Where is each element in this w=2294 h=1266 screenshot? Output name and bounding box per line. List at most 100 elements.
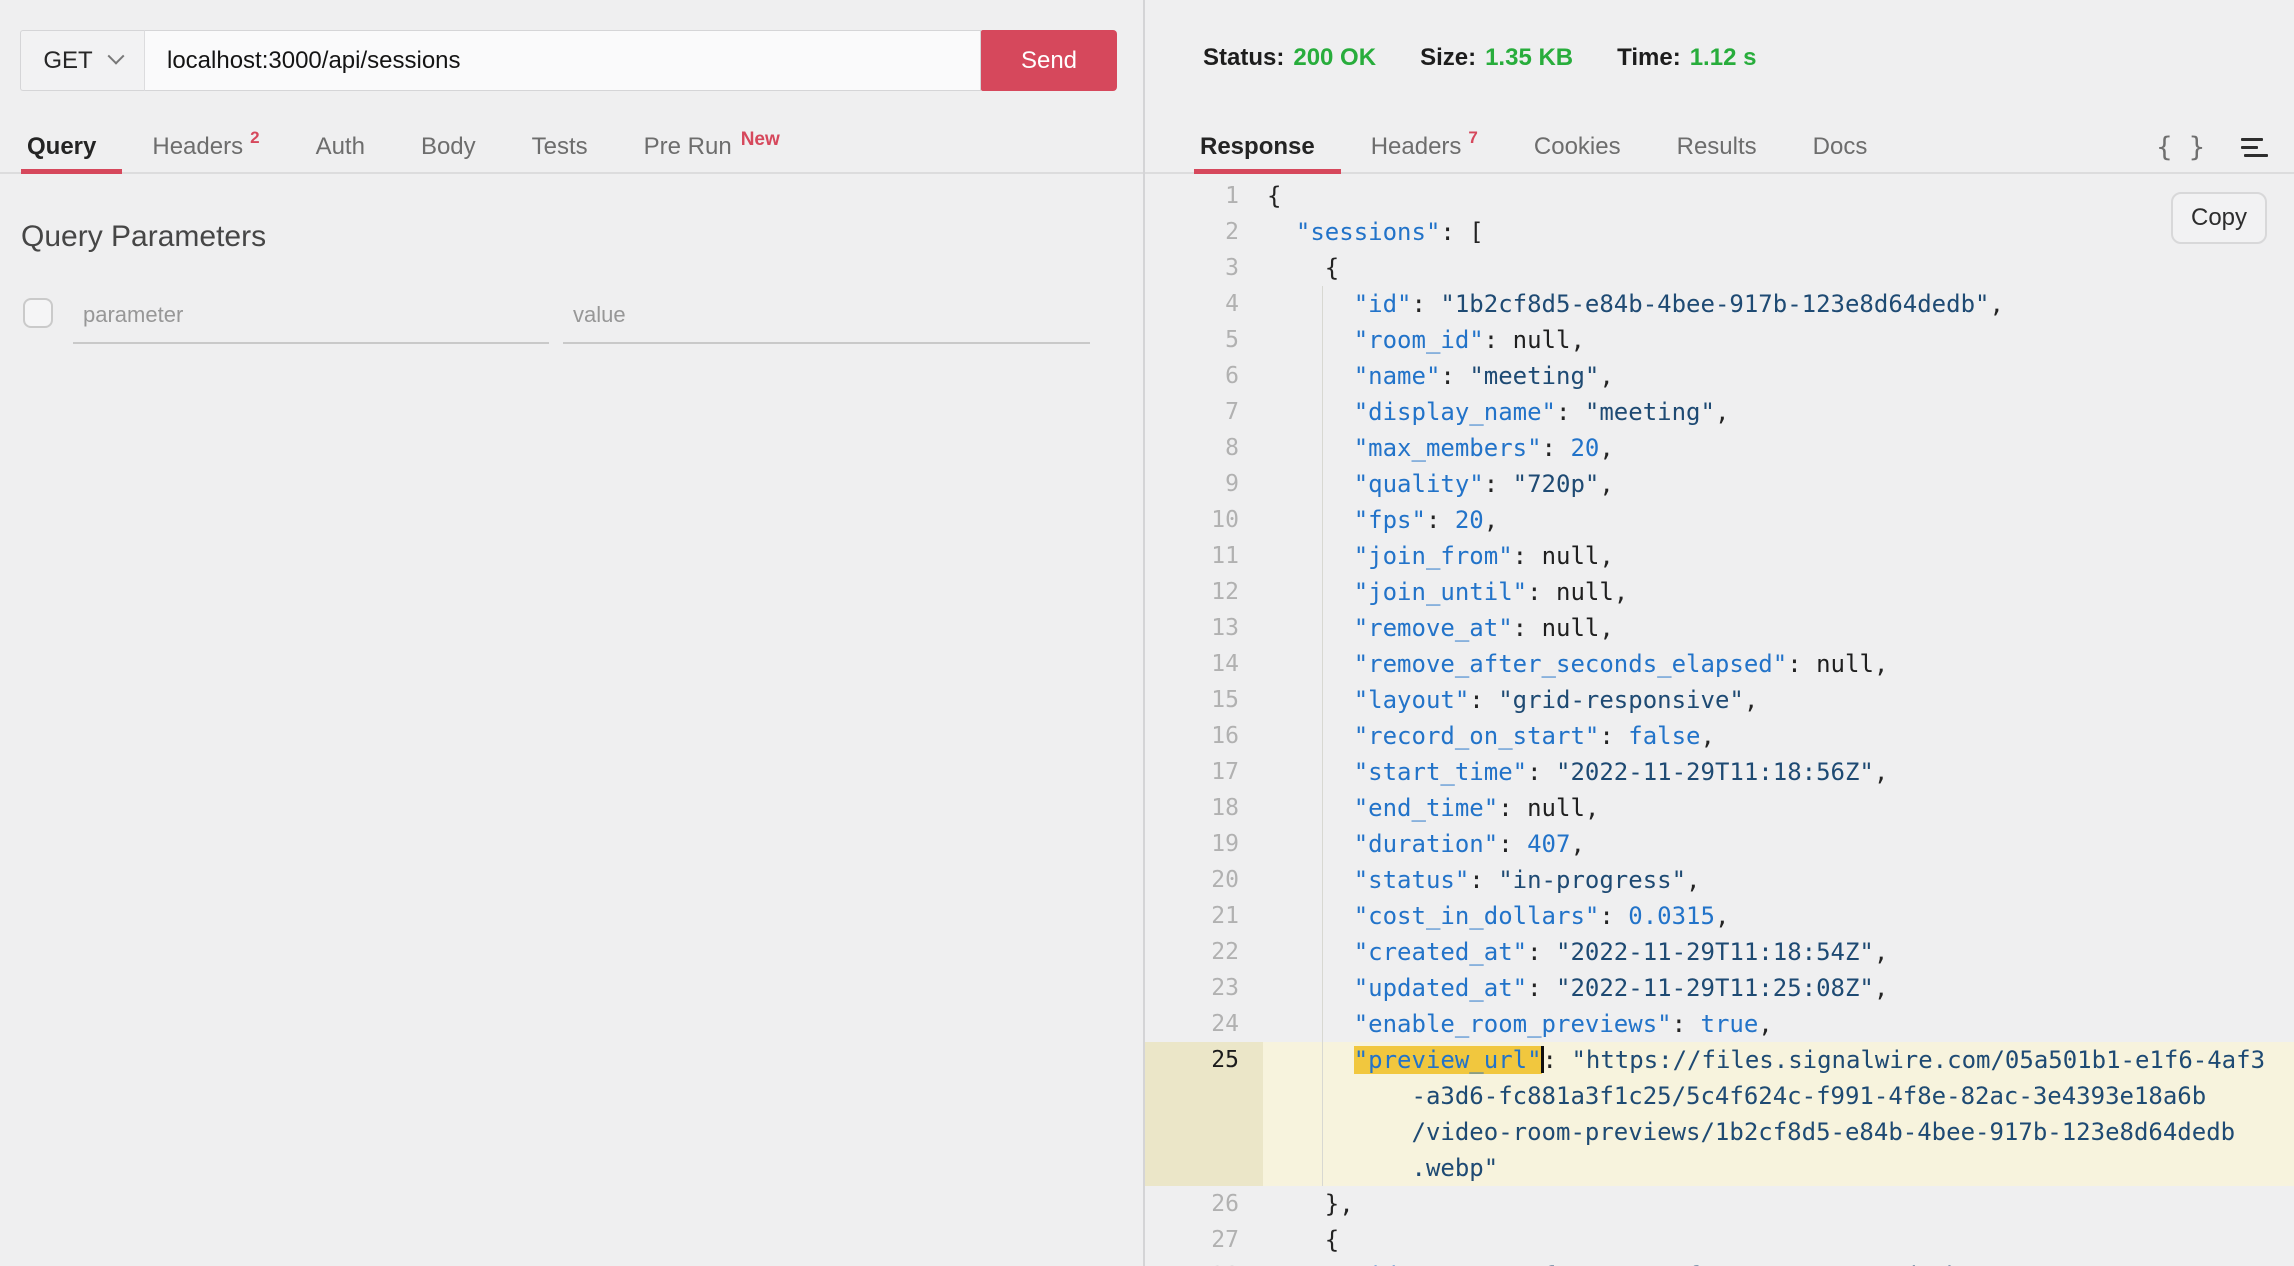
code-line-content: "enable_room_previews": true,: [1263, 1006, 2294, 1042]
status-label: Status:: [1203, 44, 1284, 71]
request-panel: GET Send Query Headers 2 Auth Body Tests Pre R…: [0, 0, 1143, 1266]
tab-tests[interactable]: Tests: [532, 121, 588, 172]
tab-label: Results: [1677, 133, 1757, 161]
line-number: 8: [1145, 430, 1263, 466]
line-number: 19: [1145, 826, 1263, 862]
code-line: 1{: [1145, 178, 2294, 214]
line-number: 28: [1145, 1258, 1263, 1266]
code-line-content: "name": "meeting",: [1263, 358, 2294, 394]
code-line-content: "remove_at": null,: [1263, 610, 2294, 646]
tab-body[interactable]: Body: [421, 121, 476, 172]
tab-docs[interactable]: Docs: [1813, 121, 1868, 172]
code-lines: 1{2 "sessions": [3 {4 "id": "1b2cf8d5-e8…: [1145, 178, 2294, 1266]
code-line-content: "remove_after_seconds_elapsed": null,: [1263, 646, 2294, 682]
code-line-content: "start_time": "2022-11-29T11:18:56Z",: [1263, 754, 2294, 790]
tab-label: Cookies: [1534, 133, 1621, 161]
code-line: 13 "remove_at": null,: [1145, 610, 2294, 646]
line-number: 13: [1145, 610, 1263, 646]
code-line: -a3d6-fc881a3f1c25/5c4f624c-f991-4f8e-82…: [1145, 1078, 2294, 1114]
method-label: GET: [43, 47, 92, 75]
status-group: Status:200 OK: [1203, 44, 1376, 72]
tab-cookies[interactable]: Cookies: [1534, 121, 1621, 172]
code-line-content: "sessions": [: [1263, 214, 2294, 250]
line-number: 18: [1145, 790, 1263, 826]
time-group: Time: 1.12 s: [1617, 44, 1756, 72]
copy-button[interactable]: Copy: [2171, 192, 2267, 244]
response-code-viewer: Copy 1{2 "sessions": [3 {4 "id": "1b2cf8…: [1145, 176, 2294, 1266]
send-button[interactable]: Send: [981, 30, 1117, 91]
tab-headers[interactable]: Headers 2: [152, 121, 259, 172]
tab-label: Tests: [532, 133, 588, 161]
tab-label: Query: [27, 133, 96, 161]
tab-badge: 7: [1468, 128, 1477, 148]
code-line: 16 "record_on_start": false,: [1145, 718, 2294, 754]
tab-label: Headers: [152, 133, 243, 161]
param-enable-checkbox[interactable]: [23, 298, 53, 328]
code-line-content: "record_on_start": false,: [1263, 718, 2294, 754]
code-line: 21 "cost_in_dollars": 0.0315,: [1145, 898, 2294, 934]
code-line-content: "id": "451a30f1-3c70-40f5-a4a5-7e13a5ed3…: [1263, 1258, 2294, 1266]
code-line: 18 "end_time": null,: [1145, 790, 2294, 826]
chevron-down-icon: [107, 47, 124, 64]
tab-label: Pre Run: [644, 133, 732, 161]
param-name-input[interactable]: [73, 290, 549, 344]
code-line-content: "room_id": null,: [1263, 322, 2294, 358]
code-line: 23 "updated_at": "2022-11-29T11:25:08Z",: [1145, 970, 2294, 1006]
tab-pre-run[interactable]: Pre RunNew: [644, 121, 780, 172]
code-line-content: .webp": [1263, 1150, 2294, 1186]
line-number: 20: [1145, 862, 1263, 898]
code-line: 28 "id": "451a30f1-3c70-40f5-a4a5-7e13a5…: [1145, 1258, 2294, 1266]
param-value-input[interactable]: [563, 290, 1090, 344]
line-number: 3: [1145, 250, 1263, 286]
tab-results[interactable]: Results: [1677, 121, 1757, 172]
code-line: 14 "remove_after_seconds_elapsed": null,: [1145, 646, 2294, 682]
code-line: 10 "fps": 20,: [1145, 502, 2294, 538]
tab-response[interactable]: Response: [1200, 121, 1315, 172]
tab-label: Headers: [1371, 133, 1462, 161]
line-number: 2: [1145, 214, 1263, 250]
code-line: 6 "name": "meeting",: [1145, 358, 2294, 394]
time-label: Time:: [1617, 44, 1681, 71]
line-number: 4: [1145, 286, 1263, 322]
line-number: 7: [1145, 394, 1263, 430]
code-line-content: -a3d6-fc881a3f1c25/5c4f624c-f991-4f8e-82…: [1263, 1078, 2294, 1114]
line-number: 15: [1145, 682, 1263, 718]
code-line: 8 "max_members": 20,: [1145, 430, 2294, 466]
curly-braces-icon[interactable]: { }: [2156, 132, 2205, 163]
line-number: [1145, 1114, 1263, 1150]
code-line-content: {: [1263, 250, 2294, 286]
request-tabs: Query Headers 2 Auth Body Tests Pre RunNew: [0, 121, 1143, 174]
tab-auth[interactable]: Auth: [316, 121, 365, 172]
line-number: 9: [1145, 466, 1263, 502]
line-number: 26: [1145, 1186, 1263, 1222]
code-line-content: },: [1263, 1186, 2294, 1222]
query-param-row: [23, 290, 1090, 344]
line-number: 23: [1145, 970, 1263, 1006]
response-toolbar-icons: { }: [2156, 121, 2268, 174]
size-label: Size:: [1420, 44, 1476, 71]
code-line-content: "end_time": null,: [1263, 790, 2294, 826]
code-line: 11 "join_from": null,: [1145, 538, 2294, 574]
line-number: 11: [1145, 538, 1263, 574]
code-line-content: "fps": 20,: [1263, 502, 2294, 538]
tab-label: Auth: [316, 133, 365, 161]
tab-badge: 2: [250, 128, 259, 148]
line-number: 14: [1145, 646, 1263, 682]
line-number: 17: [1145, 754, 1263, 790]
time-value: 1.12 s: [1690, 44, 1757, 71]
code-line-content: "preview_url": "https://files.signalwire…: [1263, 1042, 2294, 1078]
tab-query[interactable]: Query: [27, 121, 96, 172]
tab-headers[interactable]: Headers 7: [1371, 121, 1478, 172]
code-line: 22 "created_at": "2022-11-29T11:18:54Z",: [1145, 934, 2294, 970]
tab-label: Body: [421, 133, 476, 161]
code-line-content: "quality": "720p",: [1263, 466, 2294, 502]
code-line: 9 "quality": "720p",: [1145, 466, 2294, 502]
line-number: [1145, 1078, 1263, 1114]
method-select[interactable]: GET: [20, 30, 145, 91]
url-input[interactable]: [145, 30, 981, 91]
menu-icon[interactable]: [2241, 138, 2268, 157]
line-number: 25: [1145, 1042, 1263, 1078]
code-line-content: /video-room-previews/1b2cf8d5-e84b-4bee-…: [1263, 1114, 2294, 1150]
line-number: 5: [1145, 322, 1263, 358]
query-parameters-heading: Query Parameters: [21, 220, 266, 254]
